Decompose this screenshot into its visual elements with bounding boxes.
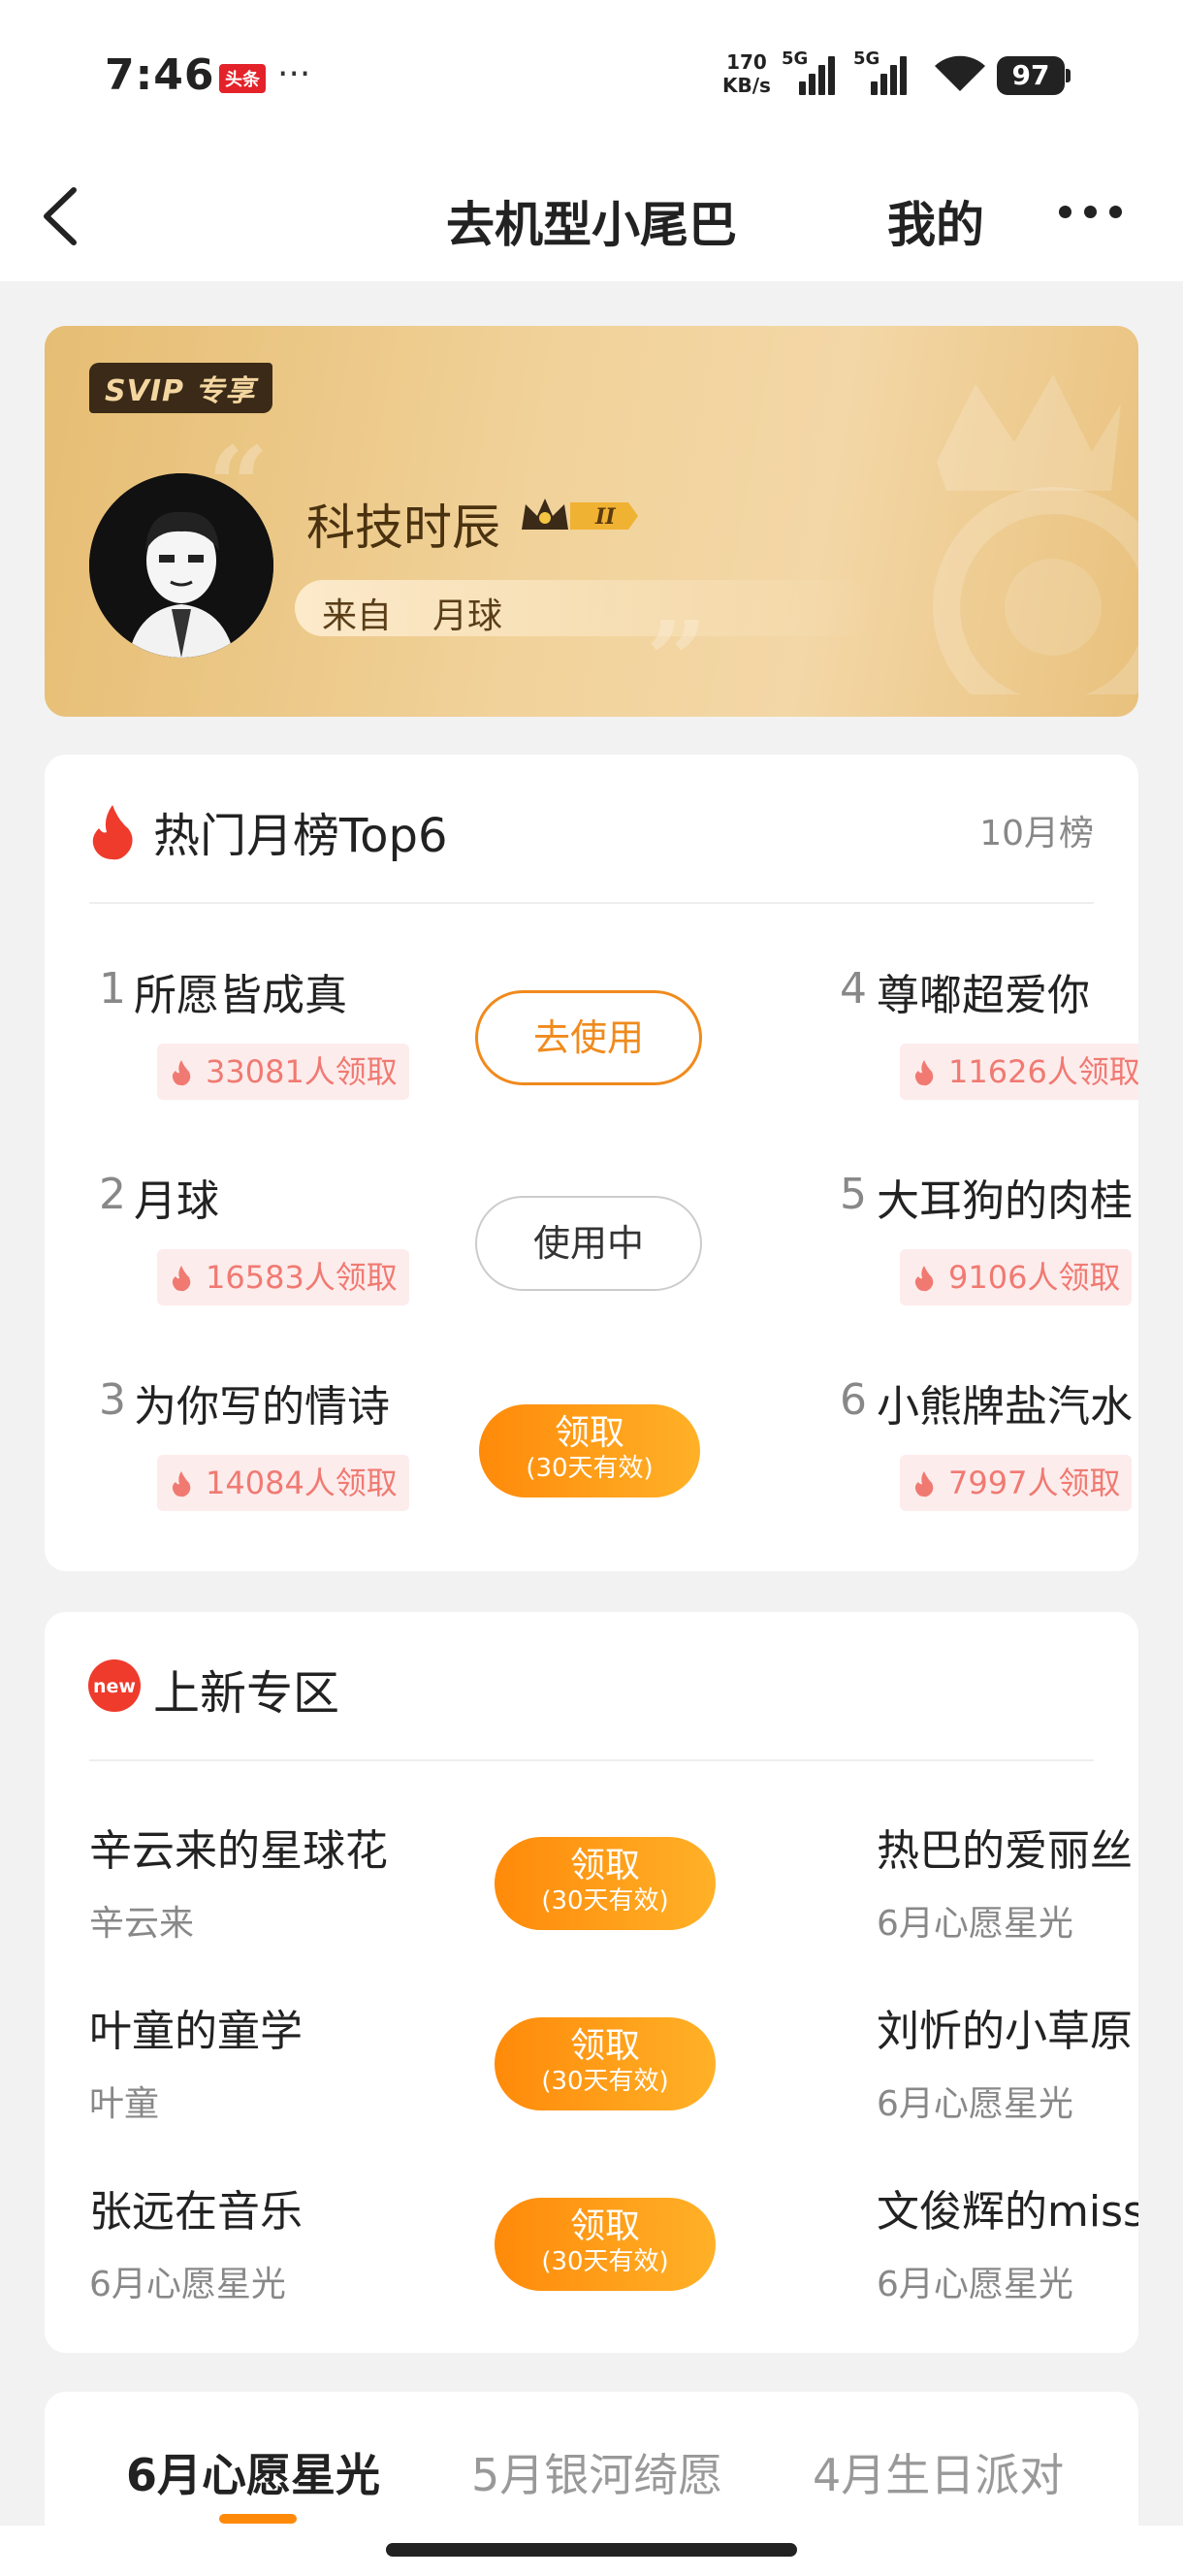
battery-icon: 97 bbox=[997, 56, 1071, 95]
tail-name: 尊嘟超爱你 bbox=[877, 971, 1090, 1020]
claim-label: 领取 bbox=[569, 2026, 640, 2066]
hot-top6-card: 热门月榜Top6 10月榜 1 所愿皆成真 33081人领取 去使用 2 月球 … bbox=[45, 755, 1138, 1571]
mine-button[interactable]: 我的 bbox=[887, 186, 984, 256]
claim-button[interactable]: 领取 (30天有效) bbox=[495, 2017, 716, 2110]
rank-number: 4 bbox=[840, 964, 867, 1014]
status-more-icon: ··· bbox=[277, 54, 311, 94]
flame-icon bbox=[914, 1266, 934, 1292]
tab-april[interactable]: 4月生日派对 bbox=[813, 2440, 1064, 2504]
claim-validity: (30天有效) bbox=[541, 2067, 669, 2096]
new-zone-card: new 上新专区 辛云来的星球花 辛云来 领取 (30天有效) 叶童的童学 叶童… bbox=[45, 1612, 1138, 2353]
status-time: 7:46 bbox=[105, 50, 215, 100]
tail-name: 为你写的情诗 bbox=[134, 1382, 390, 1432]
tail-name: 刘忻的小草原 bbox=[877, 2007, 1133, 2056]
rank-number: 5 bbox=[840, 1170, 867, 1219]
tail-name: 所愿皆成真 bbox=[134, 971, 347, 1020]
divider bbox=[89, 1759, 1094, 1761]
tail-name: 小熊牌盐汽水 bbox=[877, 1382, 1133, 1432]
flame-icon bbox=[914, 1060, 934, 1086]
avatar-image bbox=[89, 473, 273, 658]
tail-name: 文俊辉的miss bbox=[877, 2187, 1138, 2237]
claim-count: 16583人领取 bbox=[157, 1249, 409, 1305]
flame-icon bbox=[172, 1471, 191, 1497]
rank-number: 1 bbox=[99, 964, 126, 1014]
claim-button[interactable]: 领取 (30天有效) bbox=[495, 1837, 716, 1930]
wifi-icon bbox=[935, 55, 985, 91]
claim-validity: (30天有效) bbox=[526, 1454, 654, 1483]
claim-count: 7997人领取 bbox=[900, 1455, 1133, 1511]
status-bar: 7:46 头条 ··· 170 KB/s 5G 5G 97 bbox=[0, 0, 1183, 155]
net-speed: 170 KB/s bbox=[722, 50, 771, 97]
claim-validity: (30天有效) bbox=[541, 1886, 669, 1916]
home-indicator[interactable] bbox=[386, 2543, 797, 2557]
signal-label: 5G bbox=[853, 48, 880, 69]
crown-decoration-icon bbox=[933, 374, 1138, 694]
net-speed-unit: KB/s bbox=[722, 74, 771, 97]
tab-june[interactable]: 6月心愿星光 bbox=[126, 2440, 380, 2504]
tail-source: 叶童 bbox=[89, 2084, 160, 2124]
flame-icon bbox=[172, 1266, 191, 1292]
nav-bar: 去机型小尾巴 我的 bbox=[0, 155, 1183, 281]
claim-count: 9106人领取 bbox=[900, 1249, 1133, 1305]
svip-badge: SVIP 专享 bbox=[89, 363, 273, 413]
tail-name: 张远在音乐 bbox=[89, 2187, 303, 2237]
profile-card: “ ” SVIP 专享 科技时辰 II 来自 月球 bbox=[45, 326, 1138, 717]
rank-number: 2 bbox=[99, 1170, 126, 1219]
claim-count-text: 7997人领取 bbox=[948, 1465, 1121, 1501]
claim-label: 领取 bbox=[569, 2206, 640, 2246]
tail-name: 辛云来的星球花 bbox=[89, 1826, 388, 1876]
tail-source: 6月心愿星光 bbox=[89, 2265, 286, 2304]
use-button[interactable]: 去使用 bbox=[475, 990, 702, 1085]
avatar bbox=[89, 473, 273, 658]
fire-icon bbox=[92, 805, 133, 860]
tail-source: 辛云来 bbox=[89, 1904, 195, 1944]
tail-source: 6月心愿星光 bbox=[877, 2265, 1073, 2304]
claim-button[interactable]: 领取 (30天有效) bbox=[495, 2198, 716, 2291]
claim-count-text: 9106人领取 bbox=[948, 1259, 1121, 1296]
tail-name: 热巴的爱丽丝 bbox=[877, 1826, 1133, 1876]
profile-from: 来自 月球 bbox=[295, 580, 877, 636]
claim-count: 11626人领取 bbox=[900, 1044, 1138, 1100]
page-title: 去机型小尾巴 bbox=[446, 197, 737, 253]
signal-5g-icon: 5G bbox=[853, 48, 908, 95]
in-use-button[interactable]: 使用中 bbox=[475, 1196, 702, 1291]
new-icon: new bbox=[88, 1659, 141, 1712]
new-badge-text: new bbox=[93, 1676, 136, 1697]
month-rank-label[interactable]: 10月榜 bbox=[979, 805, 1094, 855]
claim-button[interactable]: 领取 (30天有效) bbox=[479, 1404, 700, 1497]
signal-5g-icon: 5G bbox=[782, 48, 836, 95]
claim-count: 14084人领取 bbox=[157, 1455, 409, 1511]
tail-name: 叶童的童学 bbox=[89, 2007, 303, 2056]
claim-count-text: 11626人领取 bbox=[948, 1053, 1138, 1090]
profile-name: 科技时辰 bbox=[306, 499, 500, 556]
active-tab-indicator bbox=[219, 2514, 297, 2524]
net-speed-value: 170 bbox=[726, 50, 767, 74]
claim-count-text: 14084人领取 bbox=[206, 1465, 398, 1501]
claim-count: 33081人领取 bbox=[157, 1044, 409, 1100]
claim-label: 领取 bbox=[569, 1846, 640, 1885]
tail-source: 6月心愿星光 bbox=[877, 1904, 1073, 1944]
tail-source: 6月心愿星光 bbox=[877, 2084, 1073, 2124]
flame-icon bbox=[172, 1060, 191, 1086]
vip-level: II bbox=[594, 504, 616, 530]
tail-name: 月球 bbox=[134, 1176, 219, 1226]
claim-count-text: 16583人领取 bbox=[206, 1259, 398, 1296]
rank-number: 6 bbox=[840, 1375, 867, 1425]
tab-may[interactable]: 5月银河绮愿 bbox=[471, 2440, 722, 2504]
flame-icon bbox=[914, 1471, 934, 1497]
new-zone-title: 上新专区 bbox=[153, 1666, 340, 1721]
from-value: 月球 bbox=[432, 596, 503, 636]
toutiao-badge-icon: 头条 bbox=[219, 64, 266, 93]
claim-count-text: 33081人领取 bbox=[206, 1053, 398, 1090]
rank-number: 3 bbox=[99, 1375, 126, 1425]
tail-name: 大耳狗的肉桂 bbox=[877, 1176, 1133, 1226]
hot-title: 热门月榜Top6 bbox=[153, 809, 448, 863]
signal-label: 5G bbox=[782, 48, 809, 69]
more-options-icon[interactable] bbox=[1059, 204, 1136, 233]
claim-validity: (30天有效) bbox=[541, 2247, 669, 2276]
claim-label: 领取 bbox=[554, 1413, 624, 1453]
divider bbox=[89, 902, 1094, 904]
from-label: 来自 bbox=[322, 596, 393, 636]
vip-crown-icon: II bbox=[522, 499, 638, 530]
